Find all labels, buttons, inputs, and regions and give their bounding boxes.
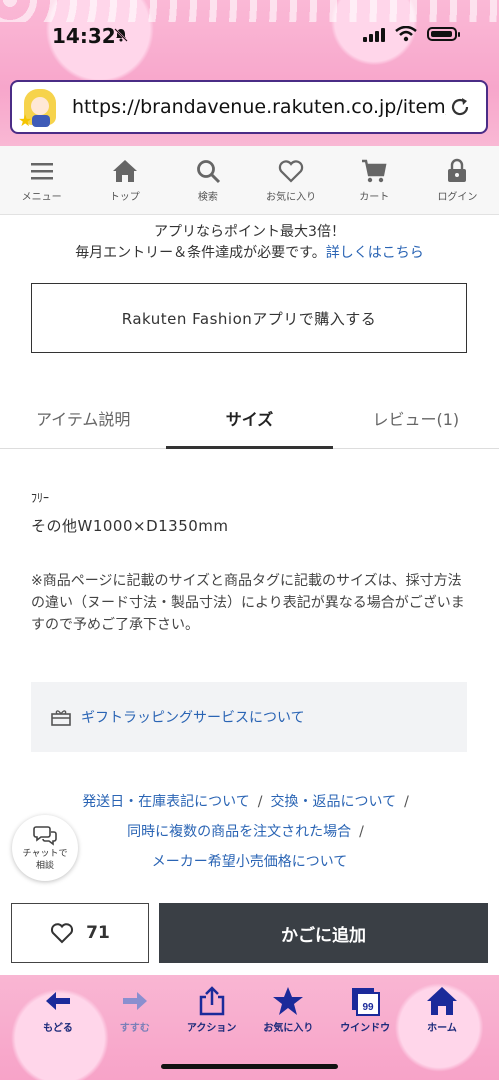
size-note: ※商品ページに記載のサイズと商品タグに記載のサイズは、採寸方法の違い（ヌード寸法… [31,573,465,633]
menu-icon [30,162,53,179]
windows-icon: 99 [352,988,381,1016]
nav-label: 検索 [197,191,218,203]
size-value: その他W1000×D1350mm [31,517,229,535]
tab-reviews[interactable]: レビュー(1) [333,388,499,448]
toolbar-home[interactable]: ホーム [404,985,480,1034]
browser-toolbar: もどる すすむ アクション お気に入り 99 ウインドウ ホーム [20,985,480,1034]
status-time: 14:32 [52,24,116,48]
buy-in-app-button[interactable]: Rakuten Fashionアプリで購入する [31,283,467,353]
window-count: 99 [363,1002,375,1013]
chat-label: チャットで 相談 [22,849,68,871]
size-label: ﾌﾘｰ [31,491,50,505]
promo-details-link[interactable]: 詳しくはこちら [326,245,424,261]
chat-consult-button[interactable]: チャットで 相談 [12,815,78,881]
nav-menu[interactable]: メニュー [0,146,83,214]
nav-cart[interactable]: カート [333,146,416,214]
toolbar-label: アクション [186,1023,237,1034]
toolbar-favorites[interactable]: お気に入り [250,985,326,1034]
url-text[interactable]: https://brandavenue.rakuten.co.jp/item/C… [72,96,446,118]
tab-item-description[interactable]: アイテム説明 [0,388,166,448]
site-nav: メニュー トップ 検索 お気に入り カート ログイン [0,146,499,215]
chat-bubble-icon [33,826,57,846]
retail-price-link[interactable]: メーカー希望小売価格について [152,854,348,870]
star-icon [273,987,304,1015]
search-icon [197,159,220,183]
product-tabs: アイテム説明 サイズ レビュー(1) [0,388,499,449]
toolbar-label: ウインドウ [340,1023,391,1034]
home-icon [112,159,137,182]
promo-line-2: 毎月エントリー＆条件達成が必要です。詳しくはこちら [0,243,499,264]
link-separator: / [359,824,364,840]
nav-top[interactable]: トップ [83,146,166,214]
home-icon [426,987,457,1015]
nav-favorites[interactable]: お気に入り [250,146,333,214]
app-promo: アプリならポイント最大3倍！ 毎月エントリー＆条件達成が必要です。詳しくはこちら [0,222,499,264]
toolbar-forward[interactable]: すすむ [97,985,173,1034]
tab-size[interactable]: サイズ [166,388,333,449]
nav-login[interactable]: ログイン [416,146,499,214]
link-separator: / [257,794,263,810]
toolbar-label: お気に入り [263,1023,314,1034]
favorite-count: 71 [86,923,110,943]
share-icon [199,986,224,1016]
lock-icon [448,158,467,182]
toolbar-back[interactable]: もどる [20,985,96,1034]
gift-icon [51,710,71,726]
cart-icon [362,159,387,182]
gift-wrapping-link[interactable]: ギフトラッピングサービスについて [31,682,467,752]
browser-character-icon: ★ [18,85,62,130]
address-bar[interactable]: ★ https://brandavenue.rakuten.co.jp/item… [10,80,488,134]
promo-line-2-text: 毎月エントリー＆条件達成が必要です。 [75,245,326,261]
info-links: 発送日・在庫表記について / 交換・返品について / 同時に複数の商品を注文された場合… [0,787,499,877]
nav-search[interactable]: 検索 [166,146,249,214]
heart-icon [278,159,304,183]
forward-arrow-icon [122,992,147,1010]
reload-icon[interactable] [446,93,474,121]
toolbar-action[interactable]: アクション [174,985,250,1034]
nav-label: メニュー [21,191,62,203]
nav-label: トップ [109,191,140,203]
toolbar-label: もどる [43,1023,73,1034]
multiple-orders-link[interactable]: 同時に複数の商品を注文された場合 [127,824,351,840]
returns-link[interactable]: 交換・返品について [271,794,397,810]
toolbar-label: すすむ [119,1023,150,1034]
wifi-icon [395,26,417,42]
shipping-info-link[interactable]: 発送日・在庫表記について [82,794,250,810]
nav-label: カート [359,191,390,203]
heart-icon [51,923,74,944]
status-indicators [363,26,460,42]
toolbar-label: ホーム [427,1023,457,1034]
link-separator: / [404,794,409,810]
gift-wrapping-label[interactable]: ギフトラッピングサービスについて [81,707,305,727]
favorite-button[interactable]: 71 [11,903,149,963]
toolbar-windows[interactable]: 99 ウインドウ [327,985,403,1034]
cellular-signal-icon [363,26,385,42]
nav-label: ログイン [437,191,478,203]
home-indicator[interactable] [161,1064,338,1069]
add-to-cart-button[interactable]: かごに追加 [159,903,488,963]
bell-muted-icon [114,28,128,42]
promo-line-1: アプリならポイント最大3倍！ [154,224,345,240]
battery-icon [427,27,460,41]
back-arrow-icon [46,992,70,1010]
lace-decoration [0,0,499,22]
nav-label: お気に入り [266,191,317,203]
